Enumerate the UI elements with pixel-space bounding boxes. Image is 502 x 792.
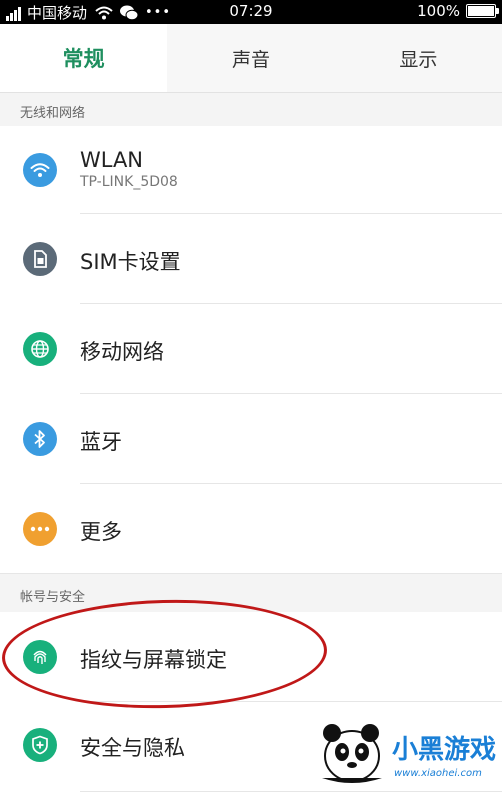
settings-item-more[interactable]: 更多: [0, 484, 502, 574]
mobile-network-label: 移动网络: [80, 340, 164, 364]
watermark-logo-text: 小黑游戏: [392, 735, 496, 765]
watermark-url: www.xiaohei.com: [394, 768, 482, 779]
tab-display[interactable]: 显示: [335, 24, 502, 92]
wlan-network-name: TP-LINK_5D08: [80, 174, 178, 190]
settings-item-sim[interactable]: SIM卡设置: [0, 214, 502, 304]
tab-general[interactable]: 常规: [0, 24, 168, 92]
settings-item-bluetooth[interactable]: 蓝牙: [0, 394, 502, 484]
sim-card-icon: [23, 242, 57, 276]
battery-icon: [466, 4, 499, 18]
section-header-wireless: 无线和网络: [20, 105, 86, 121]
bluetooth-label: 蓝牙: [80, 430, 122, 454]
tab-sound[interactable]: 声音: [167, 24, 334, 92]
sim-label: SIM卡设置: [80, 250, 181, 274]
globe-icon: [23, 332, 57, 366]
watermark-logo: 小黑游戏 www.xiaohei.com: [312, 718, 500, 784]
security-privacy-label: 安全与隐私: [80, 736, 185, 760]
settings-item-mobile-network[interactable]: 移动网络: [0, 304, 502, 394]
shield-icon: [23, 728, 57, 762]
bluetooth-icon: [23, 422, 57, 456]
battery-percent: 100%: [417, 2, 460, 20]
more-label: 更多: [80, 520, 122, 544]
settings-item-wlan[interactable]: WLAN TP-LINK_5D08: [0, 126, 502, 214]
more-dots-icon: [23, 512, 57, 546]
wlan-label: WLAN: [80, 148, 144, 172]
settings-tabs: 常规 声音 显示: [0, 24, 502, 93]
wifi-icon: [23, 153, 57, 187]
status-bar: 中国移动 ••• 07:29 100%: [0, 0, 502, 24]
